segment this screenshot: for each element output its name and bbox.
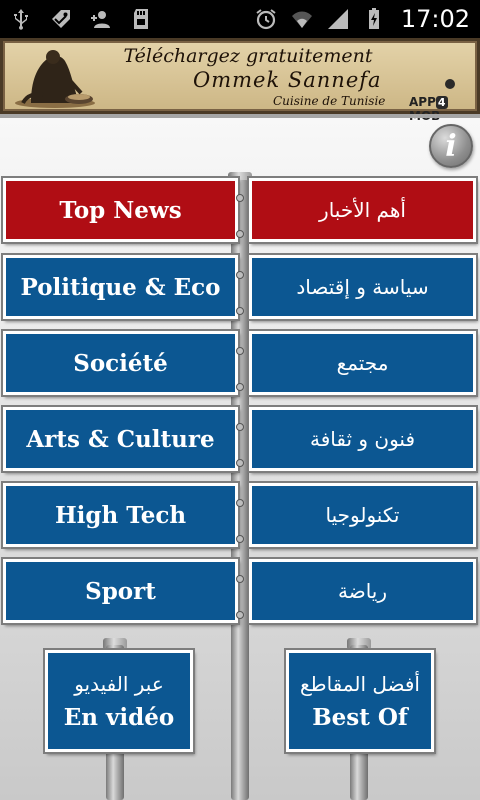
banner-headline: Téléchargez gratuitement (123, 45, 373, 67)
sign-label: Top News (59, 196, 182, 224)
pole-bolt (236, 230, 244, 238)
video-label-fr: En vidéo (63, 703, 175, 731)
cooking-woman-illustration (15, 50, 95, 108)
usb-icon (8, 6, 34, 32)
clock: 17:02 (400, 5, 470, 33)
pole-bolt (236, 307, 244, 315)
add-contact-icon (88, 6, 114, 32)
sd-card-icon (128, 6, 154, 32)
best-of-button[interactable]: أفضل المقاطع Best Of (284, 648, 436, 754)
politique-eco-fr-button[interactable]: Politique & Eco (1, 253, 240, 321)
sign-label: سياسة و إقتصاد (296, 275, 429, 299)
battery-charging-icon (361, 6, 387, 32)
pole-bolt (236, 423, 244, 431)
societe-ar-button[interactable]: مجتمع (247, 329, 478, 397)
banner-divider (0, 114, 480, 118)
signal-icon (325, 6, 351, 32)
top-news-ar-button[interactable]: أهم الأخبار (247, 176, 478, 244)
sign-label: Politique & Eco (20, 273, 221, 301)
brand-logo: APP4MOB (409, 95, 448, 123)
sign-label: High Tech (54, 501, 187, 529)
arts-culture-ar-button[interactable]: فنون و ثقافة (247, 405, 478, 473)
sign-label: Société (73, 349, 168, 377)
pole-bolt (236, 383, 244, 391)
ad-banner[interactable]: Téléchargez gratuitement Ommek Sannefa C… (0, 38, 480, 123)
banner-app-name: Ommek Sannefa (193, 68, 382, 92)
high-tech-ar-button[interactable]: تكنولوجيا (247, 481, 478, 549)
sport-ar-button[interactable]: رياضة (247, 557, 478, 625)
pole-bolt (236, 499, 244, 507)
sign-label: تكنولوجيا (325, 503, 400, 527)
info-button[interactable]: i (429, 124, 473, 168)
video-label-ar: عبر الفيديو (74, 671, 164, 696)
pole-bolt (236, 347, 244, 355)
pole-bolt (236, 271, 244, 279)
sign-label: Arts & Culture (26, 425, 215, 453)
societe-fr-button[interactable]: Société (1, 329, 240, 397)
top-news-fr-button[interactable]: Top News (1, 176, 240, 244)
sign-label: فنون و ثقافة (309, 427, 416, 451)
pole-bolt (236, 535, 244, 543)
pole-bolt (236, 611, 244, 619)
status-bar: 17:02 (0, 0, 480, 38)
info-icon: i (445, 128, 457, 164)
sign-label: أهم الأخبار (319, 198, 406, 222)
sign-label: رياضة (337, 579, 388, 603)
video-button[interactable]: عبر الفيديو En vidéo (43, 648, 195, 754)
alarm-icon (253, 6, 279, 32)
sign-label: Sport (85, 577, 156, 605)
best-of-label-fr: Best Of (312, 703, 408, 731)
sign-label: مجتمع (336, 351, 389, 375)
high-tech-fr-button[interactable]: High Tech (1, 481, 240, 549)
best-of-label-ar: أفضل المقاطع (300, 671, 420, 696)
pole-bolt (236, 194, 244, 202)
arts-culture-fr-button[interactable]: Arts & Culture (1, 405, 240, 473)
politique-eco-ar-button[interactable]: سياسة و إقتصاد (247, 253, 478, 321)
sport-fr-button[interactable]: Sport (1, 557, 240, 625)
status-bar-notifications (0, 6, 154, 32)
pole-bolt (236, 459, 244, 467)
banner-tagline: Cuisine de Tunisie (273, 94, 386, 108)
wifi-icon (289, 6, 315, 32)
brand-dot-icon (445, 79, 455, 89)
ad-banner-content[interactable]: Téléchargez gratuitement Ommek Sannefa C… (3, 41, 477, 123)
pole-bolt (236, 575, 244, 583)
tag-icon (48, 6, 74, 32)
status-bar-system: 17:02 (253, 5, 480, 33)
